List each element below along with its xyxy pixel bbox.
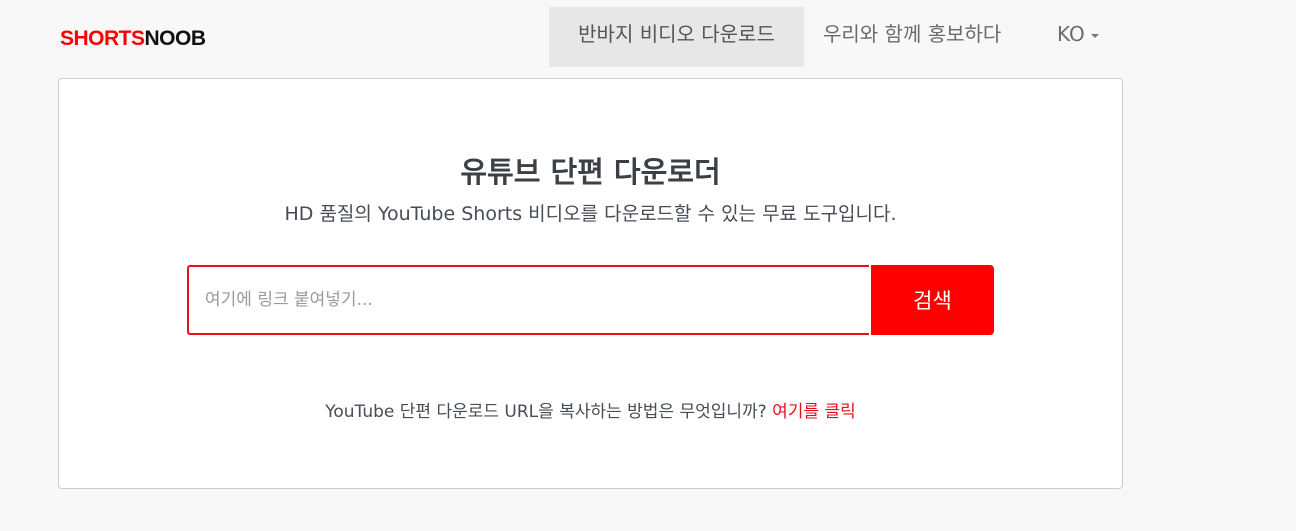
language-label: KO — [1057, 22, 1085, 46]
howto-link[interactable]: 여기를 클릭 — [772, 402, 856, 422]
downloader-card: 유튜브 단편 다운로더 HD 품질의 YouTube Shorts 비디오를 다… — [58, 78, 1123, 489]
nav-promote[interactable]: 우리와 함께 홍보하다 — [823, 7, 1001, 67]
language-dropdown[interactable]: KO — [1057, 7, 1099, 67]
logo-text-noob: NOOB — [144, 27, 207, 50]
site-logo[interactable]: SHORTSNOOB — [60, 27, 206, 51]
page-subtitle: HD 품질의 YouTube Shorts 비디오를 다운로드할 수 있는 무료… — [284, 203, 897, 225]
logo-text-shorts: SHORTS — [60, 27, 145, 50]
howto-question: YouTube 단편 다운로드 URL을 복사하는 방법은 무엇입니까? — [325, 402, 773, 422]
page-title: 유튜브 단편 다운로더 — [460, 155, 721, 189]
nav-download-shorts[interactable]: 반바지 비디오 다운로드 — [549, 7, 804, 67]
search-button[interactable]: 검색 — [871, 265, 994, 335]
chevron-down-icon — [1090, 33, 1099, 38]
url-input[interactable] — [187, 265, 869, 335]
howto-text: YouTube 단편 다운로드 URL을 복사하는 방법은 무엇입니까? 여기를… — [59, 399, 1122, 425]
